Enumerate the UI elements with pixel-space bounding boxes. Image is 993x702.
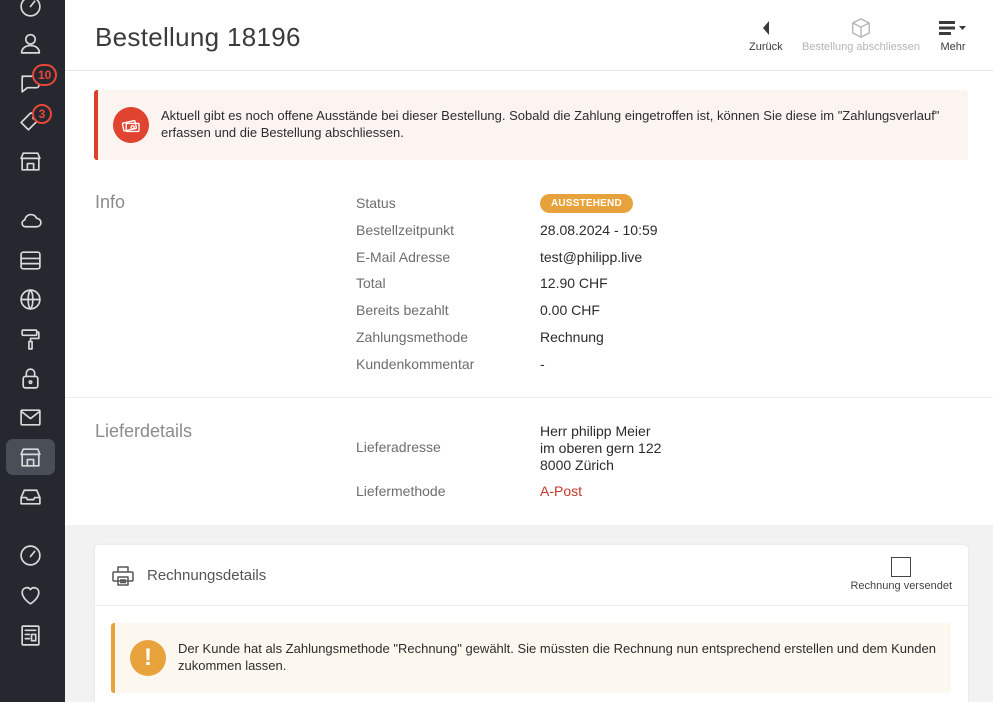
address-line-2: im oberen gern 122 — [540, 440, 662, 456]
paid-value: 0.00 CHF — [540, 302, 600, 318]
sidebar-item-statistics[interactable] — [6, 537, 55, 573]
delivery-section-title: Lieferdetails — [95, 421, 193, 441]
close-order-button[interactable]: Bestellung abschliessen — [802, 16, 920, 53]
tags-badge: 3 — [32, 104, 52, 124]
close-order-label: Bestellung abschliessen — [802, 41, 921, 53]
sidebar-item-design[interactable] — [6, 321, 55, 357]
sidebar-item-cloud[interactable] — [6, 202, 55, 238]
paid-label: Bereits bezahlt — [356, 302, 449, 318]
payment-icon — [113, 107, 149, 143]
newspaper-icon — [21, 624, 40, 646]
menu-dropdown-icon — [939, 16, 967, 40]
alert-text: Aktuell gibt es noch offene Ausstände be… — [161, 108, 940, 140]
sidebar: 10 3 — [0, 0, 65, 702]
shop-icon — [20, 447, 41, 467]
order-detail-main: Aktuell gibt es noch offene Ausstände be… — [65, 71, 993, 702]
total-label: Total — [356, 275, 386, 291]
lock-icon — [22, 367, 39, 389]
gauge-icon — [20, 544, 41, 566]
address-line-3: 8000 Zürich — [540, 457, 614, 473]
status-label: Status — [356, 195, 396, 211]
total-value: 12.90 CHF — [540, 275, 608, 291]
mail-icon — [20, 408, 41, 426]
status-badge: AUSSTEHEND — [540, 194, 633, 213]
store-icon — [20, 151, 41, 171]
back-button-label: Zurück — [749, 41, 783, 53]
delivery-method-label: Liefermethode — [356, 483, 446, 499]
email-value: test@philipp.live — [540, 249, 643, 265]
more-button-label: Mehr — [940, 41, 966, 53]
sidebar-item-server[interactable] — [6, 242, 55, 278]
sidebar-item-favorites[interactable] — [6, 577, 55, 613]
user-icon — [20, 33, 41, 54]
inbox-icon — [20, 488, 41, 505]
order-time-label: Bestellzeitpunkt — [356, 222, 455, 238]
sidebar-item-news[interactable] — [6, 617, 55, 653]
invoice-card-header: Rechnungsdetails Rechnung versendet — [95, 545, 968, 606]
back-button[interactable]: Zurück — [749, 16, 783, 53]
exclamation-icon: ! — [130, 640, 166, 676]
delivery-address-value: Herr philipp Meier im oberen gern 122 80… — [540, 423, 661, 474]
sidebar-item-users[interactable] — [6, 25, 55, 61]
outstanding-payment-alert: Aktuell gibt es noch offene Ausstände be… — [94, 90, 968, 160]
sidebar-item-shop[interactable] — [6, 439, 55, 475]
sidebar-item-messages[interactable]: 10 — [6, 64, 58, 100]
section-divider — [65, 397, 993, 398]
sidebar-item-inbox[interactable] — [6, 478, 55, 514]
printer-icon — [111, 564, 135, 593]
invoice-card-title: Rechnungsdetails — [147, 567, 267, 584]
sidebar-item-tags[interactable]: 3 — [6, 104, 55, 140]
messages-badge: 10 — [32, 64, 58, 86]
delivery-address-label: Lieferadresse — [356, 439, 441, 455]
invoice-alert: ! Der Kunde hat als Zahlungsmethode "Rec… — [111, 623, 951, 693]
page-title: Bestellung 18196 — [95, 22, 301, 52]
payment-method-label: Zahlungsmethode — [356, 329, 469, 345]
dashboard-icon — [20, 0, 41, 17]
heart-icon — [21, 586, 40, 605]
cloud-icon — [21, 213, 42, 228]
email-label: E-Mail Adresse — [356, 249, 451, 265]
box-icon — [850, 16, 872, 40]
invoice-alert-text: Der Kunde hat als Zahlungsmethode "Rechn… — [178, 641, 936, 673]
invoice-sent-checkbox[interactable] — [891, 557, 912, 577]
comment-label: Kundenkommentar — [356, 356, 475, 372]
address-line-1: Herr philipp Meier — [540, 423, 651, 439]
server-icon — [20, 250, 41, 270]
sidebar-item-security[interactable] — [6, 360, 55, 396]
invoice-card: Rechnungsdetails Rechnung versendet ! De… — [95, 545, 968, 702]
globe-icon — [20, 288, 41, 310]
caret-left-icon — [761, 16, 771, 40]
sidebar-item-mail[interactable] — [6, 399, 55, 435]
info-section-title: Info — [95, 192, 126, 212]
sidebar-item-domains[interactable] — [6, 281, 55, 317]
sidebar-item-dashboard[interactable] — [6, 0, 55, 24]
invoice-sent-toggle[interactable]: Rechnung versendet — [850, 557, 952, 592]
delivery-method-link[interactable]: A-Post — [540, 483, 582, 500]
page-header: Bestellung 18196 Zurück Bestellung absch… — [65, 0, 993, 71]
comment-value: - — [540, 356, 545, 372]
paint-roller-icon — [21, 328, 40, 350]
more-button[interactable]: Mehr — [939, 16, 967, 53]
order-time-value: 28.08.2024 - 10:59 — [540, 222, 658, 238]
payment-method-value: Rechnung — [540, 329, 604, 345]
invoice-sent-label: Rechnung versendet — [850, 580, 952, 592]
sidebar-item-store[interactable] — [6, 143, 55, 179]
